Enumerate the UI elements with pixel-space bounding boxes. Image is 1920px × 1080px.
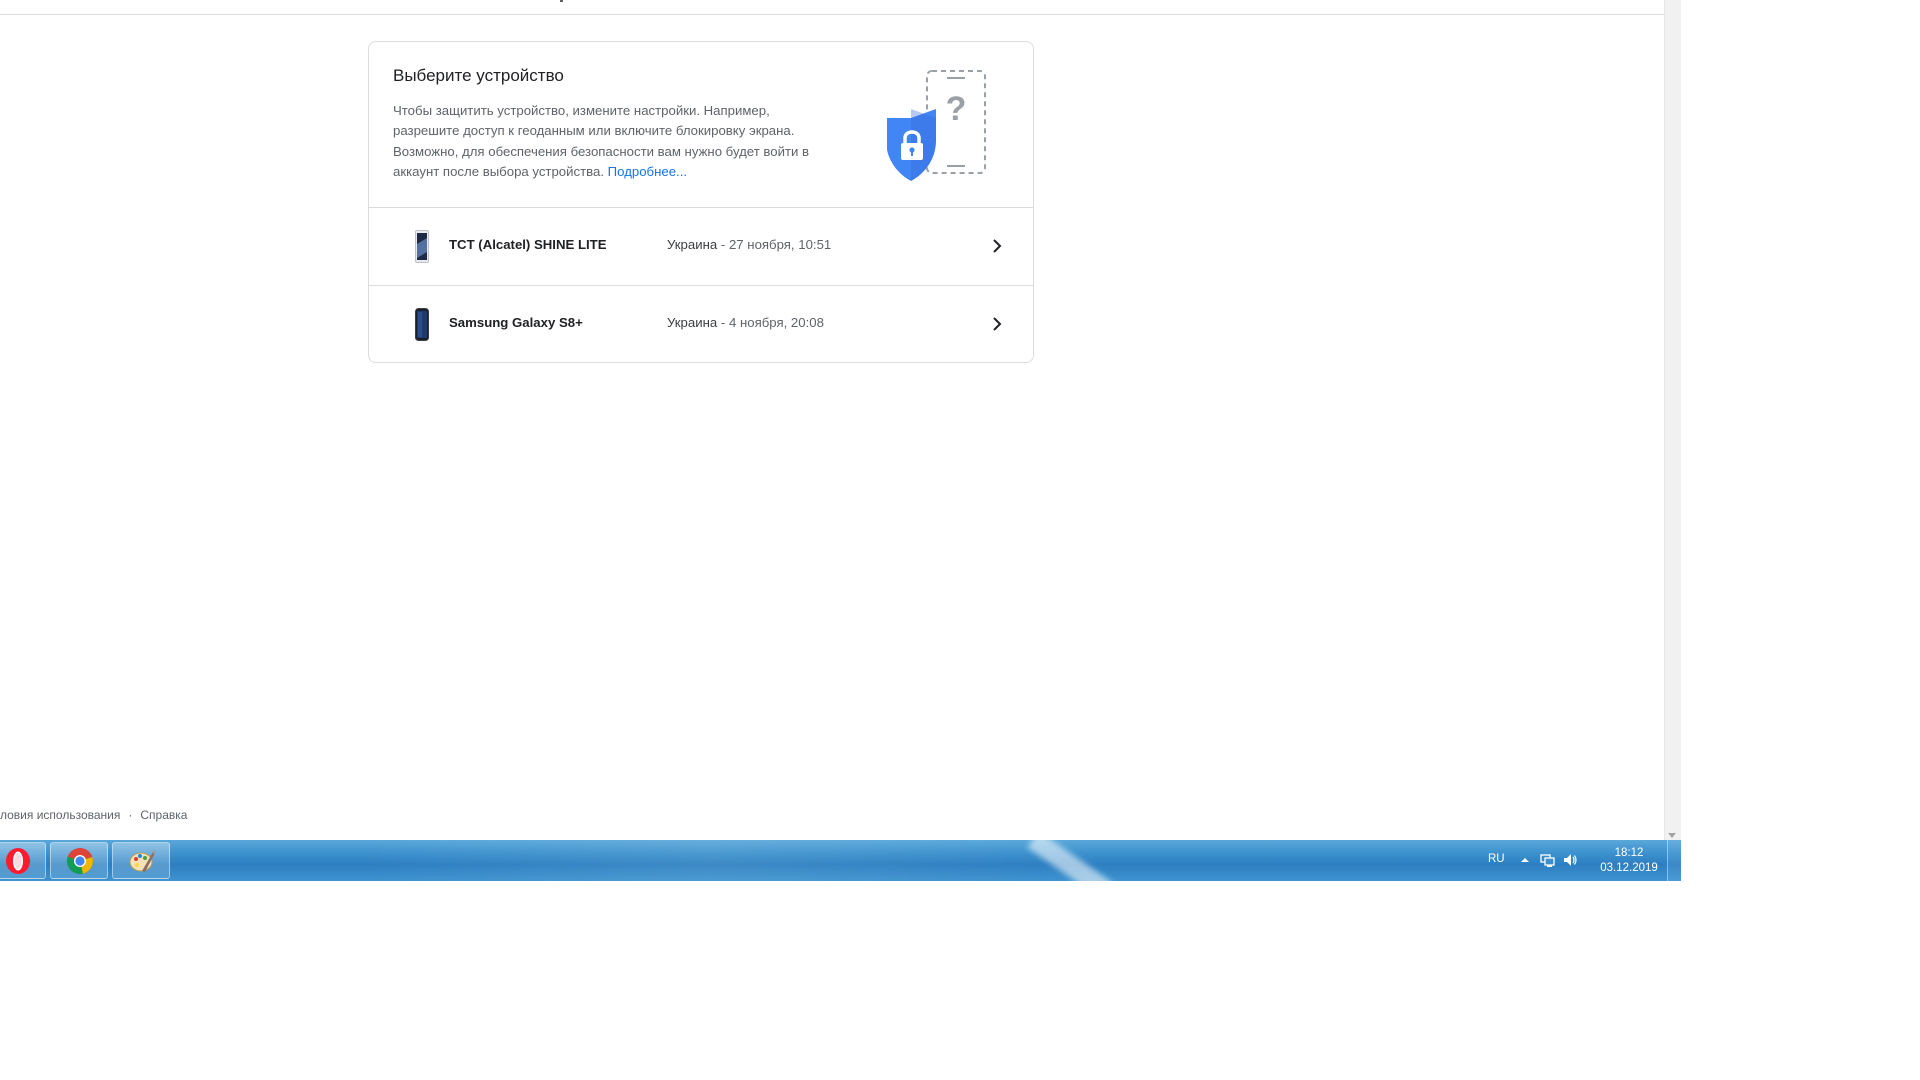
language-indicator[interactable]: RU (1488, 853, 1505, 865)
device-last-seen: Украина - 4 ноября, 20:08 (667, 315, 824, 330)
device-name: Samsung Galaxy S8+ (449, 315, 583, 330)
paint-icon (129, 849, 156, 872)
device-time: 4 ноября, 20:08 (728, 315, 824, 330)
taskbar-opera-button[interactable] (0, 842, 46, 879)
card-description-text: Чтобы защитить устройство, измените наст… (393, 103, 810, 179)
chevron-right-icon (993, 239, 1002, 253)
learn-more-link[interactable]: Подробнее... (608, 164, 687, 179)
device-last-seen: Украина - 27 ноября, 10:51 (667, 237, 831, 252)
meta-separator: - (717, 237, 729, 252)
svg-text:?: ? (946, 90, 967, 128)
chrome-icon (66, 848, 93, 875)
windows-taskbar: RU 18:12 03.12.2019 (0, 840, 1681, 881)
device-row-samsung[interactable]: Samsung Galaxy S8+ Украина - 4 ноября, 2… (369, 286, 1033, 363)
scroll-down-arrow-icon[interactable] (1668, 833, 1676, 838)
device-location: Украина (667, 237, 718, 252)
taskbar-glow (360, 840, 1060, 881)
clock-date: 03.12.2019 (1600, 862, 1658, 874)
header-cut-off-text (560, 0, 563, 2)
card-description: Чтобы защитить устройство, измените наст… (393, 101, 823, 182)
device-time: 27 ноября, 10:51 (728, 237, 832, 252)
header-divider (0, 14, 1664, 15)
device-row-alcatel[interactable]: TCT (Alcatel) SHINE LITE Украина - 27 но… (369, 208, 1033, 285)
taskbar-chrome-button[interactable] (50, 842, 108, 879)
phone-icon (415, 308, 429, 341)
browser-viewport: Выберите устройство Чтобы защитить устро… (0, 0, 1664, 840)
vertical-scrollbar[interactable] (1664, 0, 1681, 840)
shield-lock-phone-icon: ? (887, 70, 986, 181)
chevron-right-icon (993, 317, 1002, 331)
footer-separator: · (128, 808, 133, 822)
taskbar-paint-button[interactable] (112, 842, 170, 879)
show-desktop-button[interactable] (1667, 840, 1681, 881)
phone-icon (415, 230, 429, 263)
network-icon[interactable] (1540, 852, 1556, 868)
card-title: Выберите устройство (393, 66, 564, 85)
clock-time: 18:12 (1614, 847, 1644, 859)
meta-separator: - (717, 315, 729, 330)
card-header: Выберите устройство Чтобы защитить устро… (369, 42, 1033, 207)
device-name: TCT (Alcatel) SHINE LITE (449, 237, 607, 252)
device-location: Украина (667, 315, 718, 330)
opera-icon (6, 848, 30, 874)
terms-link[interactable]: ловия использования (0, 808, 120, 822)
system-clock[interactable]: 18:12 03.12.2019 (1594, 846, 1664, 876)
volume-icon[interactable] (1562, 852, 1578, 868)
show-hidden-icons-icon[interactable] (1517, 852, 1533, 868)
help-link[interactable]: Справка (140, 808, 187, 822)
choose-device-card: Выберите устройство Чтобы защитить устро… (368, 41, 1034, 363)
page-footer: ловия использования · Справка (0, 808, 187, 822)
desktop-screen: Выберите устройство Чтобы защитить устро… (0, 0, 1920, 1080)
